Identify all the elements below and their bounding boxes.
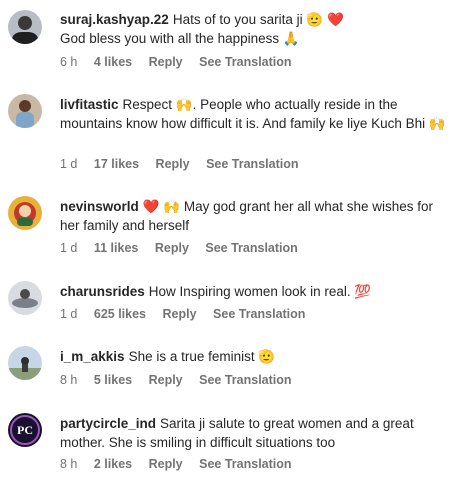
reply-button[interactable]: Reply	[163, 307, 197, 321]
username[interactable]: i_m_akkis	[60, 349, 125, 364]
timestamp: 8 h	[60, 373, 78, 387]
username[interactable]: partycircle_ind	[60, 416, 156, 431]
likes-count[interactable]: 17 likes	[94, 157, 139, 171]
reply-button[interactable]: Reply	[155, 241, 189, 255]
see-translation-button[interactable]: See Translation	[199, 457, 291, 471]
reply-button[interactable]: Reply	[149, 373, 183, 387]
username[interactable]: nevinsworld	[60, 199, 139, 214]
comment-text: How Inspiring women look in real. 💯	[148, 284, 372, 299]
reply-button[interactable]: Reply	[156, 157, 190, 171]
username[interactable]: suraj.kashyap.22	[60, 12, 169, 27]
avatar[interactable]: PC	[8, 413, 42, 447]
avatar[interactable]	[8, 10, 42, 44]
comment-text: Hats of to you sarita ji 🫡 ❤️	[172, 12, 344, 27]
avatar[interactable]	[8, 281, 42, 315]
see-translation-button[interactable]: See Translation	[199, 373, 291, 387]
likes-count[interactable]: 5 likes	[94, 373, 132, 387]
avatar-logo-text: PC	[17, 423, 33, 437]
timestamp: 1 d	[60, 241, 78, 255]
reply-button[interactable]: Reply	[149, 55, 183, 69]
likes-count[interactable]: 625 likes	[94, 307, 146, 321]
avatar[interactable]	[8, 94, 42, 128]
comment-text-line2: God bless you with all the happiness 🙏	[60, 31, 300, 46]
avatar[interactable]	[8, 196, 42, 230]
likes-count[interactable]: 11 likes	[94, 241, 139, 255]
see-translation-button[interactable]: See Translation	[213, 307, 305, 321]
see-translation-button[interactable]: See Translation	[199, 55, 291, 69]
timestamp: 6 h	[60, 55, 78, 69]
likes-count[interactable]: 4 likes	[94, 55, 132, 69]
timestamp: 1 d	[60, 307, 78, 321]
timestamp: 8 h	[60, 457, 78, 471]
username[interactable]: charunsrides	[60, 284, 145, 299]
see-translation-button[interactable]: See Translation	[205, 241, 297, 255]
username[interactable]: livfitastic	[60, 97, 119, 112]
reply-button[interactable]: Reply	[149, 457, 183, 471]
see-translation-button[interactable]: See Translation	[206, 157, 298, 171]
timestamp: 1 d	[60, 157, 78, 171]
likes-count[interactable]: 2 likes	[94, 457, 132, 471]
comment-text: She is a true feminist 🫡	[128, 349, 276, 364]
avatar[interactable]	[8, 346, 42, 380]
